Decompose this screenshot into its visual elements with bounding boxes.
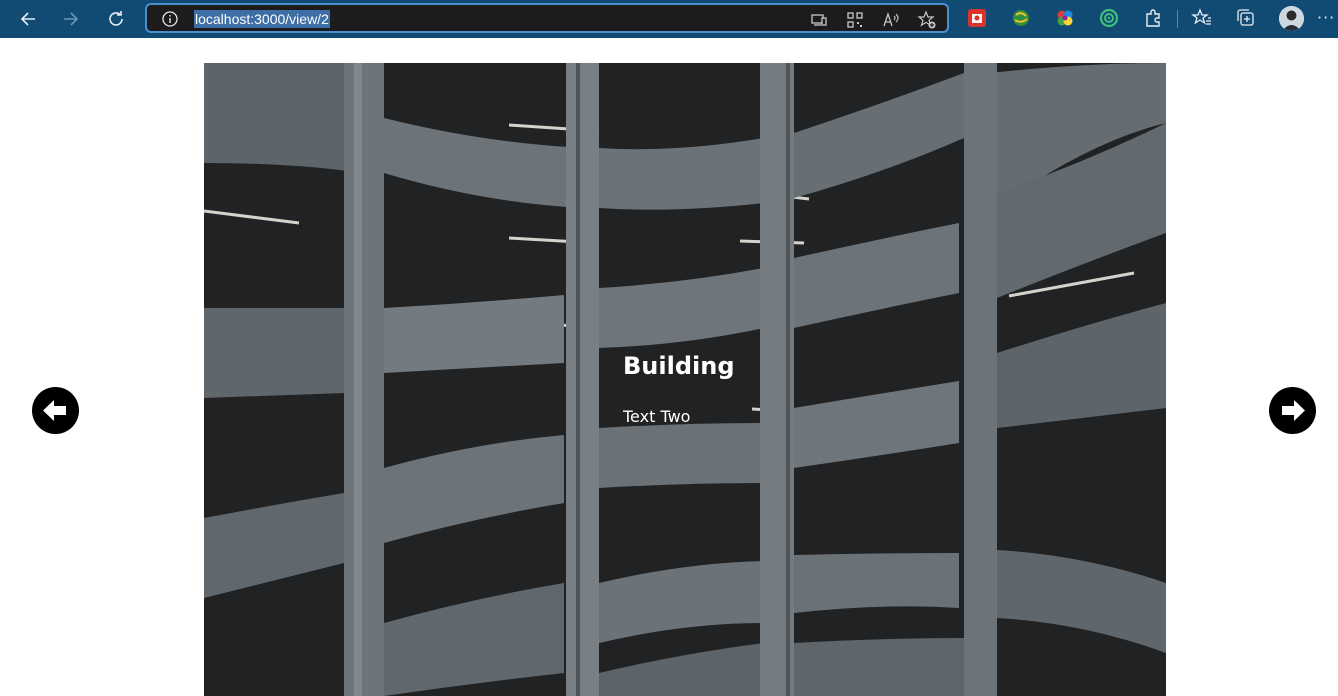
circle-arrow-right-icon (1269, 387, 1316, 434)
extension-target-icon[interactable] (1098, 7, 1120, 29)
circle-arrow-left-icon (32, 387, 79, 434)
app-available-icon[interactable] (809, 10, 829, 30)
collections-icon[interactable] (1235, 7, 1257, 29)
back-button[interactable] (14, 5, 42, 33)
slide-title: Building (623, 352, 735, 380)
avatar-photo-icon (1279, 6, 1304, 31)
star-plus-icon[interactable] (917, 10, 937, 30)
extension-globe-icon[interactable] (1010, 7, 1032, 29)
next-slide-button[interactable] (1269, 387, 1316, 434)
prev-slide-button[interactable] (32, 387, 79, 434)
more-icon[interactable]: ··· (1317, 8, 1335, 27)
qr-code-icon[interactable] (845, 10, 865, 30)
read-aloud-icon[interactable] (881, 10, 901, 30)
refresh-button[interactable] (102, 5, 130, 33)
arrow-left-icon (20, 12, 35, 26)
slide-text: Text Two (623, 407, 691, 426)
puzzle-icon[interactable] (1142, 7, 1164, 29)
browser-toolbar: localhost:3000/view/2 ··· (0, 0, 1338, 38)
image-slider: Building Text Two (0, 38, 1338, 696)
info-icon[interactable] (161, 10, 179, 28)
url-text[interactable]: localhost:3000/view/2 (194, 10, 330, 28)
refresh-icon (109, 11, 123, 26)
profile-avatar[interactable] (1279, 6, 1304, 31)
arrow-right-icon (64, 12, 79, 26)
address-bar[interactable]: localhost:3000/view/2 (145, 3, 949, 33)
extension-color-icon[interactable] (1054, 7, 1076, 29)
toolbar-separator (1177, 10, 1178, 28)
favorites-icon[interactable] (1191, 7, 1213, 29)
extension-red-icon[interactable] (966, 7, 988, 29)
forward-button[interactable] (57, 5, 85, 33)
slide: Building Text Two (204, 63, 1166, 696)
